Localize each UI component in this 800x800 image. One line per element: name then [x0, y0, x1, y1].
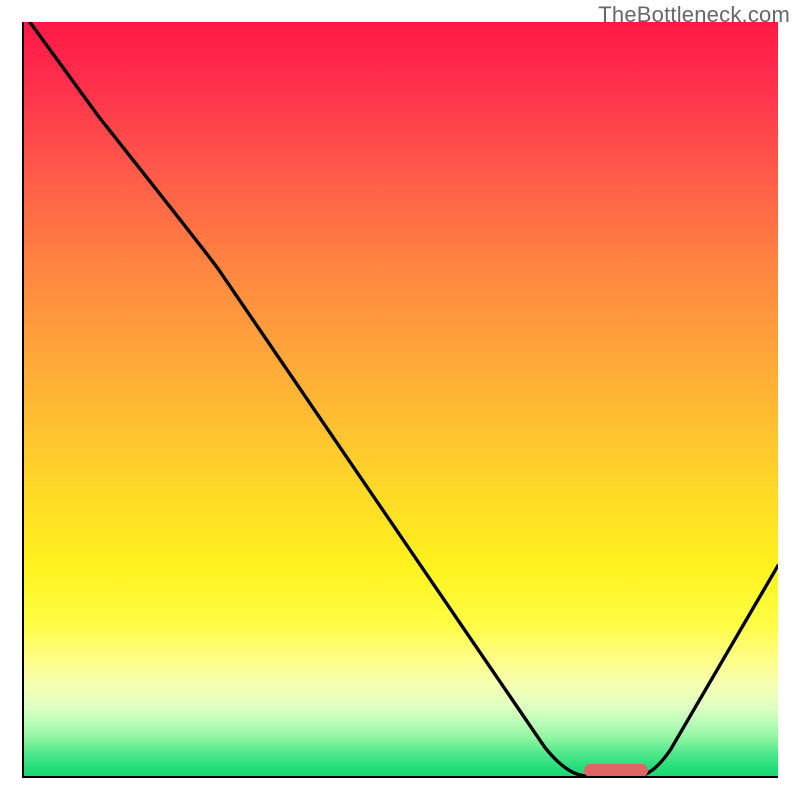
- bottleneck-curve: [24, 22, 778, 776]
- curve-layer: [24, 22, 778, 776]
- optimal-marker: [584, 764, 648, 777]
- watermark-text: TheBottleneck.com: [598, 2, 790, 28]
- bottleneck-chart: TheBottleneck.com: [0, 0, 800, 800]
- plot-area: [22, 22, 778, 778]
